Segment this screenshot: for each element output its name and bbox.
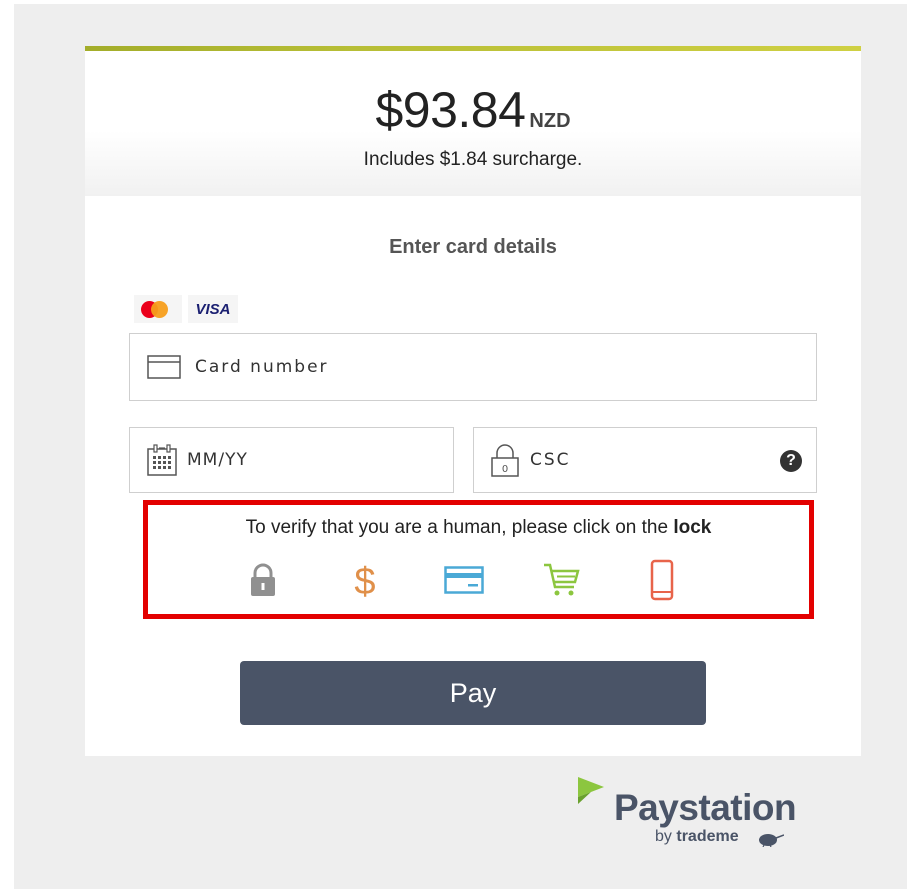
credit-card-outline-icon bbox=[147, 355, 181, 379]
credit-card-icon[interactable] bbox=[444, 558, 484, 602]
svg-text:0: 0 bbox=[502, 464, 508, 475]
dollar-icon[interactable]: $ bbox=[345, 558, 385, 602]
card-brands: VISA bbox=[134, 294, 238, 324]
lock-icon[interactable] bbox=[243, 558, 283, 602]
visa-logo: VISA bbox=[188, 295, 238, 323]
paystation-logo: Paystation by trademe bbox=[574, 774, 819, 854]
csc-field[interactable]: 0 CSC ? bbox=[473, 427, 817, 493]
logo-by: by bbox=[655, 828, 672, 845]
card-number-placeholder: Card number bbox=[195, 357, 329, 377]
pay-button[interactable]: Pay bbox=[240, 661, 706, 725]
page-background: $93.84 NZD Includes $1.84 surcharge. Ente… bbox=[14, 4, 907, 889]
paystation-play-icon bbox=[578, 777, 604, 804]
amount-line: $93.84 NZD bbox=[85, 81, 861, 139]
svg-text:$: $ bbox=[354, 561, 375, 601]
csc-help-icon[interactable]: ? bbox=[780, 450, 802, 472]
amount-header: $93.84 NZD Includes $1.84 surcharge. bbox=[85, 51, 861, 196]
captcha-target-word: lock bbox=[673, 517, 712, 538]
padlock-outline-icon: 0 bbox=[490, 443, 520, 477]
mobile-phone-icon[interactable] bbox=[642, 558, 682, 602]
form-title: Enter card details bbox=[389, 236, 557, 258]
expiry-field[interactable]: MM/YY bbox=[129, 427, 454, 493]
shopping-cart-icon[interactable] bbox=[542, 558, 582, 602]
calendar-icon bbox=[147, 444, 177, 476]
captcha-instruction-text: To verify that you are a human, please c… bbox=[245, 517, 669, 538]
card-number-field[interactable]: Card number bbox=[129, 333, 817, 401]
expiry-placeholder: MM/YY bbox=[187, 450, 248, 470]
captcha-icon-row: $ bbox=[148, 558, 809, 608]
logo-byline: by trademe bbox=[655, 828, 739, 846]
amount-value: $93.84 bbox=[375, 82, 526, 138]
kiwi-icon bbox=[759, 834, 784, 847]
captcha-box: To verify that you are a human, please c… bbox=[143, 500, 814, 619]
logo-wordmark: Paystation bbox=[614, 787, 797, 828]
logo-trademe: trademe bbox=[676, 828, 739, 845]
surcharge-note: Includes $1.84 surcharge. bbox=[363, 149, 583, 170]
captcha-instruction: To verify that you are a human, please c… bbox=[148, 517, 809, 539]
currency-code: NZD bbox=[529, 110, 571, 132]
payment-card: $93.84 NZD Includes $1.84 surcharge. Ente… bbox=[85, 46, 861, 756]
csc-placeholder: CSC bbox=[530, 450, 571, 470]
mastercard-logo bbox=[134, 295, 182, 323]
